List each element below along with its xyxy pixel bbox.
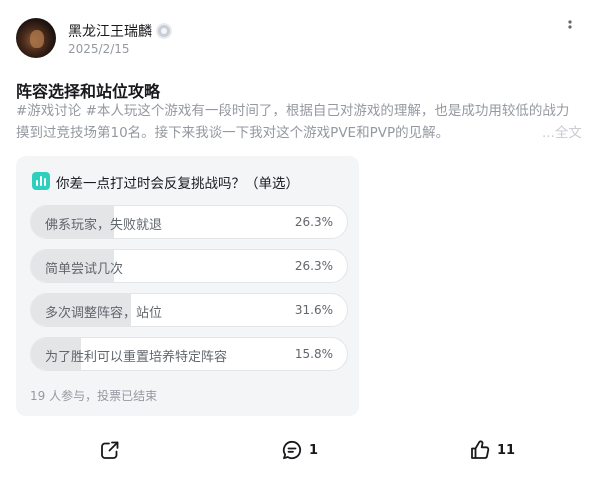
more-vertical-icon (568, 20, 572, 29)
poll-option-percent: 31.6% (294, 303, 333, 317)
poll-stats: 19 人参与，投票已结束 (30, 389, 158, 403)
poll-option-label: 简单尝试几次 (45, 262, 124, 277)
poll-option-percent: 26.3% (294, 215, 333, 229)
poll-option-percent: 26.3% (294, 259, 333, 273)
more-options-button[interactable] (560, 14, 580, 38)
comment-button[interactable]: 1 (281, 438, 318, 462)
share-icon (101, 441, 119, 459)
post-body-line: #游戏讨论 #本人玩这个游戏有一段时间了，根据自己对游戏的理解，也是成功用较低的… (16, 103, 570, 119)
post-card: 黑龙江王瑞麟 2025/2/15 阵容选择和站位攻略 #游戏讨论 #本人玩这个游… (0, 0, 609, 490)
poll-chart-icon (32, 172, 50, 190)
poll-option-label: 为了胜利可以重置培养特定阵容 (45, 350, 228, 365)
post-body-line: 摸到过竞技场第10名。接下来我谈一下我对这个游戏PVE和PVP的见解。 (16, 125, 450, 141)
thumbs-up-icon (471, 440, 490, 459)
post-body[interactable]: #游戏讨论 #本人玩这个游戏有一段时间了，根据自己对游戏的理解，也是成功用较低的… (16, 100, 588, 144)
poll-option[interactable]: 多次调整阵容，站位 31.6% (30, 293, 348, 327)
poll-card: 你差一点打过时会反复挑战吗？（单选） 佛系玩家，失败就退 26.3% 简单尝试几… (16, 156, 359, 416)
comment-icon (282, 440, 301, 460)
expand-full-text-link[interactable]: ...全文 (528, 122, 582, 144)
post-date: 2025/2/15 (68, 42, 130, 56)
poll-option[interactable]: 简单尝试几次 26.3% (30, 249, 348, 283)
poll-option[interactable]: 为了胜利可以重置培养特定阵容 15.8% (30, 337, 348, 371)
poll-option[interactable]: 佛系玩家，失败就退 26.3% (30, 205, 348, 239)
like-button[interactable]: 11 (469, 438, 515, 462)
level-badge-icon (156, 23, 172, 39)
username[interactable]: 黑龙江王瑞麟 (68, 21, 152, 41)
poll-question: 你差一点打过时会反复挑战吗？（单选） (56, 176, 299, 192)
poll-option-percent: 15.8% (294, 347, 333, 361)
poll-option-label: 佛系玩家，失败就退 (45, 218, 163, 233)
poll-option-label: 多次调整阵容，站位 (45, 306, 163, 321)
user-avatar[interactable] (16, 18, 56, 58)
like-count: 11 (497, 442, 516, 458)
post-title[interactable]: 阵容选择和站位攻略 (16, 78, 160, 102)
comment-count: 1 (309, 442, 319, 458)
share-button[interactable] (99, 438, 121, 462)
